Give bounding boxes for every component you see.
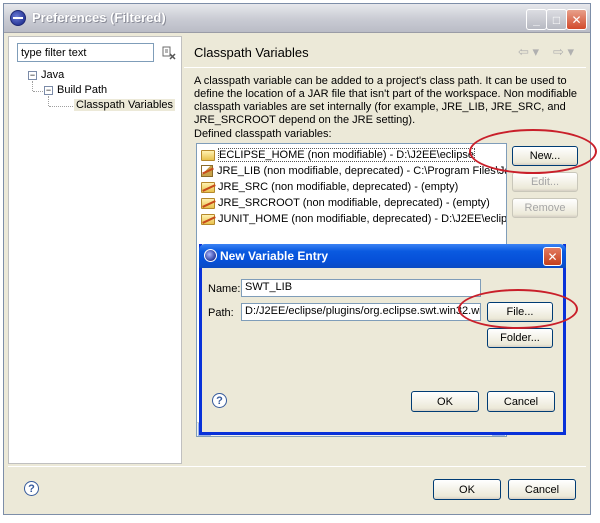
tree-connector	[33, 91, 43, 92]
help-icon[interactable]: ?	[24, 481, 39, 496]
list-item[interactable]: JUNIT_HOME (non modifiable, deprecated) …	[197, 211, 506, 227]
eclipse-icon	[10, 10, 26, 26]
forward-arrow-icon[interactable]: ⇨ ▾	[553, 44, 574, 60]
footer-divider	[8, 466, 586, 467]
new-button[interactable]: New...	[512, 146, 578, 166]
page-description: A classpath variable can be added to a p…	[194, 75, 578, 126]
back-arrow-icon[interactable]: ⇦ ▾	[518, 44, 539, 60]
folder-icon	[201, 149, 215, 161]
deprecated-icon	[202, 167, 214, 175]
remove-button[interactable]: Remove	[512, 198, 578, 218]
path-label: Path:	[208, 307, 234, 319]
defined-variables-label: Defined classpath variables:	[194, 128, 332, 140]
list-item[interactable]: JRE_SRC (non modifiable, deprecated) - (…	[197, 179, 506, 195]
dialog-cancel-button[interactable]: Cancel	[487, 391, 555, 412]
dialog-ok-button[interactable]: OK	[411, 391, 479, 412]
minimize-button[interactable]: _	[526, 9, 547, 30]
deprecated-icon	[202, 215, 216, 224]
deprecated-icon	[202, 199, 216, 208]
tree-connector	[32, 81, 33, 91]
folder-button[interactable]: Folder...	[487, 328, 553, 348]
tree-item-java[interactable]: Java	[41, 69, 64, 81]
list-item[interactable]: ECLIPSE_HOME (non modifiable) - D:\J2EE\…	[197, 147, 506, 163]
jar-icon	[201, 165, 214, 177]
folder-icon	[201, 197, 216, 209]
clear-filter-icon[interactable]	[161, 45, 177, 61]
dialog-help-icon[interactable]: ?	[212, 393, 227, 408]
path-field[interactable]: D:/J2EE/eclipse/plugins/org.eclipse.swt.…	[241, 303, 481, 321]
deprecated-icon	[202, 183, 216, 192]
page-title: Classpath Variables	[194, 45, 309, 60]
tree-item-build-path[interactable]: Build Path	[57, 84, 107, 96]
dialog-title: New Variable Entry	[220, 249, 329, 263]
eclipse-icon	[204, 249, 217, 262]
file-button[interactable]: File...	[487, 302, 553, 322]
name-field[interactable]: SWT_LIB	[241, 279, 481, 297]
close-button[interactable]: ✕	[566, 9, 587, 30]
ok-button[interactable]: OK	[433, 479, 501, 500]
name-label: Name:	[208, 283, 241, 295]
window-title: Preferences (Filtered)	[32, 10, 166, 25]
filter-input[interactable]	[17, 43, 154, 62]
collapse-build-path-icon[interactable]: −	[44, 86, 53, 95]
tree-connector	[48, 96, 49, 106]
cancel-button[interactable]: Cancel	[508, 479, 576, 500]
list-item[interactable]: JRE_SRCROOT (non modifiable, deprecated)…	[197, 195, 506, 211]
collapse-java-icon[interactable]: −	[28, 71, 37, 80]
folder-icon	[201, 213, 216, 225]
tree-item-classpath-variables[interactable]: Classpath Variables	[74, 99, 176, 111]
edit-button[interactable]: Edit...	[512, 172, 578, 192]
folder-icon	[201, 181, 216, 193]
list-item[interactable]: JRE_LIB (non modifiable, deprecated) - C…	[197, 163, 506, 179]
dialog-close-button[interactable]: ✕	[543, 247, 562, 266]
tree-connector	[49, 106, 73, 107]
maximize-button[interactable]: □	[546, 9, 567, 30]
header-divider	[184, 67, 586, 68]
